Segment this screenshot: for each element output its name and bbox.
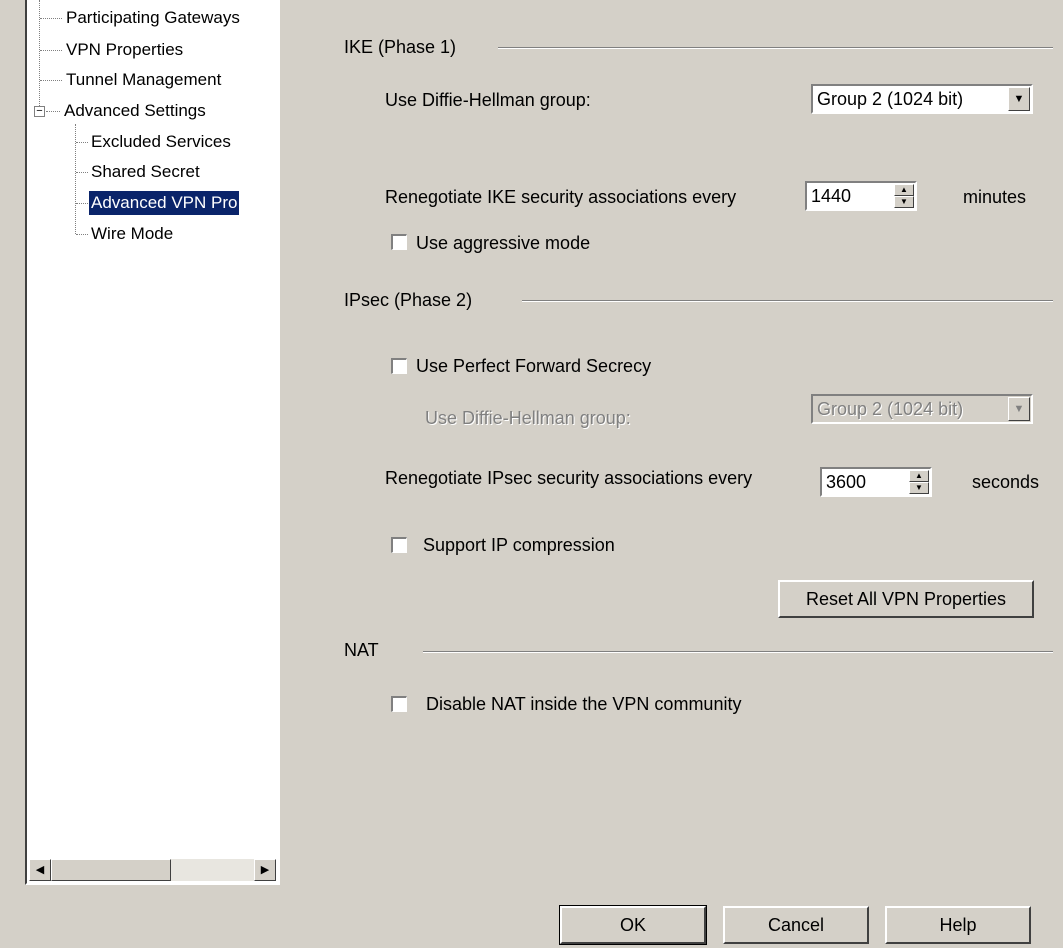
help-button[interactable]: Help: [885, 906, 1031, 944]
tree-item-tunnel-management[interactable]: Tunnel Management: [66, 68, 221, 92]
tree-connector: [39, 0, 40, 110]
spin-down-icon[interactable]: ▼: [909, 482, 929, 494]
tree-item-shared-secret[interactable]: Shared Secret: [91, 160, 200, 184]
tree-connector: [76, 203, 88, 204]
ipsec-dh-group-label: Use Diffie-Hellman group:: [425, 408, 631, 428]
ipsec-dh-group-value: Group 2 (1024 bit): [817, 399, 964, 419]
tree-connector: [76, 142, 88, 143]
horizontal-scrollbar[interactable]: ◀ ▶: [29, 859, 276, 881]
ike-renegotiate-stepper[interactable]: 1440 ▲ ▼: [805, 181, 917, 211]
ipsec-group-title: IPsec (Phase 2): [344, 290, 473, 310]
disable-nat-label[interactable]: Disable NAT inside the VPN community: [426, 694, 741, 715]
tree-item-participating-gateways[interactable]: Participating Gateways: [66, 6, 240, 30]
group-divider: [423, 651, 1053, 653]
tree-panel[interactable]: − Participating Gateways VPN Properties …: [25, 0, 280, 885]
spin-up-icon[interactable]: ▲: [894, 184, 914, 196]
tree-item-advanced-settings[interactable]: Advanced Settings: [64, 99, 206, 123]
ipsec-dh-group-select[interactable]: Group 2 (1024 bit) ▼: [811, 394, 1033, 424]
tree-item-wire-mode[interactable]: Wire Mode: [91, 222, 173, 246]
tree-connector: [76, 172, 88, 173]
ip-compression-checkbox[interactable]: [391, 537, 407, 553]
group-divider: [522, 300, 1053, 302]
ike-renegotiate-value[interactable]: 1440: [811, 186, 851, 207]
scroll-right-icon[interactable]: ▶: [254, 859, 276, 881]
ike-group-title: IKE (Phase 1): [344, 37, 457, 57]
ipsec-renegotiate-stepper[interactable]: 3600 ▲ ▼: [820, 467, 932, 497]
tree-connector: [46, 111, 60, 112]
disable-nat-checkbox[interactable]: [391, 696, 407, 712]
ike-dh-group-label: Use Diffie-Hellman group:: [385, 90, 591, 110]
tree-connector: [40, 80, 62, 81]
pfs-checkbox[interactable]: [391, 358, 407, 374]
ipsec-renegotiate-unit: seconds: [972, 472, 1040, 492]
scrollbar-thumb[interactable]: [51, 859, 171, 881]
pfs-label[interactable]: Use Perfect Forward Secrecy: [416, 356, 651, 377]
tree-item-vpn-properties[interactable]: VPN Properties: [66, 38, 183, 62]
aggressive-mode-label[interactable]: Use aggressive mode: [416, 233, 590, 254]
tree-connector: [76, 234, 88, 235]
spin-down-icon[interactable]: ▼: [894, 196, 914, 208]
spin-up-icon[interactable]: ▲: [909, 470, 929, 482]
ike-dh-group-select[interactable]: Group 2 (1024 bit) ▼: [811, 84, 1033, 114]
ipsec-renegotiate-label: Renegotiate IPsec security associations …: [385, 468, 753, 488]
tree-connector: [75, 124, 76, 234]
tree-item-excluded-services[interactable]: Excluded Services: [91, 130, 231, 154]
collapse-icon[interactable]: −: [34, 106, 45, 117]
group-divider: [498, 47, 1053, 49]
ike-renegotiate-unit: minutes: [963, 187, 1027, 207]
ike-renegotiate-label: Renegotiate IKE security associations ev…: [385, 187, 737, 207]
tree-connector: [40, 50, 62, 51]
ip-compression-label[interactable]: Support IP compression: [423, 535, 615, 556]
aggressive-mode-checkbox[interactable]: [391, 234, 407, 250]
ike-dh-group-value: Group 2 (1024 bit): [817, 89, 964, 109]
ipsec-renegotiate-value[interactable]: 3600: [826, 472, 866, 493]
tree-item-advanced-vpn-properties[interactable]: Advanced VPN Pro: [89, 191, 240, 215]
scroll-left-icon[interactable]: ◀: [29, 859, 51, 881]
ok-button[interactable]: OK: [559, 905, 707, 945]
reset-vpn-properties-button[interactable]: Reset All VPN Properties: [778, 580, 1034, 618]
nat-group-title: NAT: [344, 640, 379, 660]
tree-connector: [40, 18, 62, 19]
chevron-down-icon[interactable]: ▼: [1008, 87, 1030, 111]
chevron-down-icon[interactable]: ▼: [1008, 397, 1030, 421]
cancel-button[interactable]: Cancel: [723, 906, 869, 944]
